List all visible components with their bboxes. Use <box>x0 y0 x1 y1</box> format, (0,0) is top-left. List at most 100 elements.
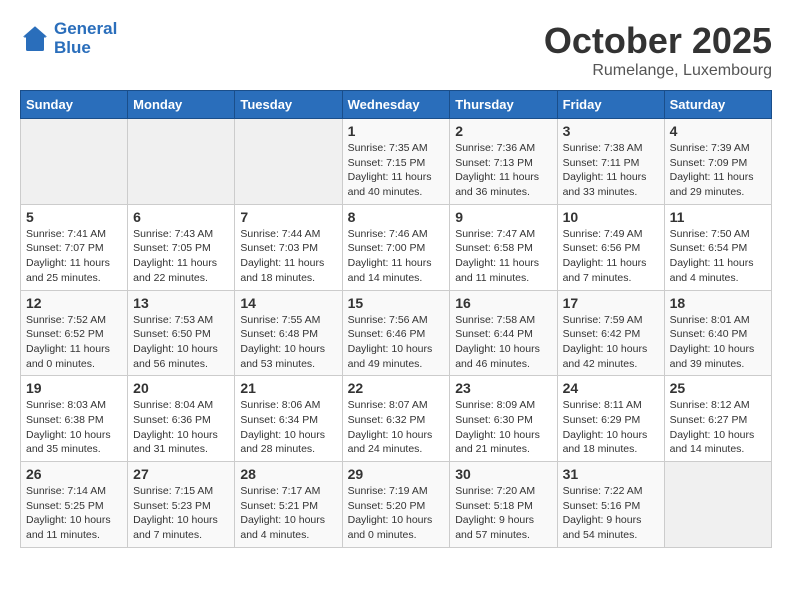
calendar-cell: 27Sunrise: 7:15 AM Sunset: 5:23 PM Dayli… <box>128 462 235 548</box>
page-header: General Blue October 2025 Rumelange, Lux… <box>20 20 772 80</box>
day-info: Sunrise: 7:39 AM Sunset: 7:09 PM Dayligh… <box>670 141 766 200</box>
calendar-cell: 5Sunrise: 7:41 AM Sunset: 7:07 PM Daylig… <box>21 204 128 290</box>
day-number: 4 <box>670 123 766 139</box>
calendar-cell: 20Sunrise: 8:04 AM Sunset: 6:36 PM Dayli… <box>128 376 235 462</box>
day-number: 18 <box>670 295 766 311</box>
day-info: Sunrise: 7:14 AM Sunset: 5:25 PM Dayligh… <box>26 484 122 543</box>
day-info: Sunrise: 8:09 AM Sunset: 6:30 PM Dayligh… <box>455 398 551 457</box>
day-number: 6 <box>133 209 229 225</box>
calendar-cell: 1 Sunrise: 7:35 AM Sunset: 7:15 PM Daylig… <box>342 119 450 205</box>
calendar-cell: 16Sunrise: 7:58 AM Sunset: 6:44 PM Dayli… <box>450 290 557 376</box>
calendar-cell: 28 Sunrise: 7:17 AM Sunset: 5:21 PM Dayli… <box>235 462 342 548</box>
weekday-header: Thursday <box>450 91 557 119</box>
day-info: Sunrise: 8:03 AM Sunset: 6:38 PM Dayligh… <box>26 398 122 457</box>
day-number: 9 <box>455 209 551 225</box>
calendar-week-row: 19 Sunrise: 8:03 AM Sunset: 6:38 PM Dayli… <box>21 376 772 462</box>
calendar-header: SundayMondayTuesdayWednesdayThursdayFrid… <box>21 91 772 119</box>
calendar-week-row: 5Sunrise: 7:41 AM Sunset: 7:07 PM Daylig… <box>21 204 772 290</box>
day-info: Sunrise: 7:19 AM Sunset: 5:20 PM Dayligh… <box>348 484 445 543</box>
day-number: 3 <box>563 123 659 139</box>
day-info: Sunrise: 7:47 AM Sunset: 6:58 PM Dayligh… <box>455 227 551 286</box>
day-number: 25 <box>670 380 766 396</box>
calendar-cell: 7 Sunrise: 7:44 AM Sunset: 7:03 PM Daylig… <box>235 204 342 290</box>
day-number: 23 <box>455 380 551 396</box>
calendar-cell: 30 Sunrise: 7:20 AM Sunset: 5:18 PM Dayli… <box>450 462 557 548</box>
day-number: 7 <box>240 209 336 225</box>
calendar-week-row: 12 Sunrise: 7:52 AM Sunset: 6:52 PM Dayli… <box>21 290 772 376</box>
logo-icon <box>20 24 50 54</box>
calendar-cell: 6Sunrise: 7:43 AM Sunset: 7:05 PM Daylig… <box>128 204 235 290</box>
day-number: 19 <box>26 380 122 396</box>
calendar-cell: 11Sunrise: 7:50 AM Sunset: 6:54 PM Dayli… <box>664 204 771 290</box>
weekday-header: Sunday <box>21 91 128 119</box>
day-number: 27 <box>133 466 229 482</box>
weekday-header: Tuesday <box>235 91 342 119</box>
day-number: 15 <box>348 295 445 311</box>
calendar-body: 1 Sunrise: 7:35 AM Sunset: 7:15 PM Daylig… <box>21 119 772 548</box>
day-info: Sunrise: 7:35 AM Sunset: 7:15 PM Dayligh… <box>348 141 445 200</box>
day-info: Sunrise: 7:46 AM Sunset: 7:00 PM Dayligh… <box>348 227 445 286</box>
calendar-cell: 26 Sunrise: 7:14 AM Sunset: 5:25 PM Dayli… <box>21 462 128 548</box>
day-info: Sunrise: 7:17 AM Sunset: 5:21 PM Dayligh… <box>240 484 336 543</box>
calendar-cell <box>235 119 342 205</box>
calendar-cell: 29 Sunrise: 7:19 AM Sunset: 5:20 PM Dayli… <box>342 462 450 548</box>
day-info: Sunrise: 8:07 AM Sunset: 6:32 PM Dayligh… <box>348 398 445 457</box>
calendar-cell: 12 Sunrise: 7:52 AM Sunset: 6:52 PM Dayli… <box>21 290 128 376</box>
day-info: Sunrise: 7:52 AM Sunset: 6:52 PM Dayligh… <box>26 313 122 372</box>
logo: General Blue <box>20 20 117 57</box>
calendar-cell: 3 Sunrise: 7:38 AM Sunset: 7:11 PM Daylig… <box>557 119 664 205</box>
calendar-cell: 21 Sunrise: 8:06 AM Sunset: 6:34 PM Dayli… <box>235 376 342 462</box>
day-number: 16 <box>455 295 551 311</box>
day-info: Sunrise: 7:44 AM Sunset: 7:03 PM Dayligh… <box>240 227 336 286</box>
calendar-cell: 19 Sunrise: 8:03 AM Sunset: 6:38 PM Dayli… <box>21 376 128 462</box>
calendar-cell: 24Sunrise: 8:11 AM Sunset: 6:29 PM Dayli… <box>557 376 664 462</box>
day-info: Sunrise: 7:50 AM Sunset: 6:54 PM Dayligh… <box>670 227 766 286</box>
calendar-cell: 2Sunrise: 7:36 AM Sunset: 7:13 PM Daylig… <box>450 119 557 205</box>
calendar-cell: 22 Sunrise: 8:07 AM Sunset: 6:32 PM Dayli… <box>342 376 450 462</box>
day-info: Sunrise: 8:06 AM Sunset: 6:34 PM Dayligh… <box>240 398 336 457</box>
calendar-week-row: 26 Sunrise: 7:14 AM Sunset: 5:25 PM Dayli… <box>21 462 772 548</box>
day-info: Sunrise: 7:49 AM Sunset: 6:56 PM Dayligh… <box>563 227 659 286</box>
calendar-cell: 13 Sunrise: 7:53 AM Sunset: 6:50 PM Dayli… <box>128 290 235 376</box>
day-number: 20 <box>133 380 229 396</box>
day-info: Sunrise: 7:38 AM Sunset: 7:11 PM Dayligh… <box>563 141 659 200</box>
day-number: 31 <box>563 466 659 482</box>
day-number: 21 <box>240 380 336 396</box>
day-number: 12 <box>26 295 122 311</box>
day-info: Sunrise: 7:55 AM Sunset: 6:48 PM Dayligh… <box>240 313 336 372</box>
calendar-cell <box>664 462 771 548</box>
calendar-cell: 4 Sunrise: 7:39 AM Sunset: 7:09 PM Daylig… <box>664 119 771 205</box>
day-number: 10 <box>563 209 659 225</box>
calendar-cell: 9 Sunrise: 7:47 AM Sunset: 6:58 PM Daylig… <box>450 204 557 290</box>
weekday-header: Saturday <box>664 91 771 119</box>
weekday-header: Monday <box>128 91 235 119</box>
calendar-cell: 15 Sunrise: 7:56 AM Sunset: 6:46 PM Dayli… <box>342 290 450 376</box>
day-info: Sunrise: 8:11 AM Sunset: 6:29 PM Dayligh… <box>563 398 659 457</box>
calendar-cell <box>21 119 128 205</box>
day-number: 2 <box>455 123 551 139</box>
day-number: 8 <box>348 209 445 225</box>
day-number: 1 <box>348 123 445 139</box>
calendar-cell: 31 Sunrise: 7:22 AM Sunset: 5:16 PM Dayli… <box>557 462 664 548</box>
calendar-cell <box>128 119 235 205</box>
day-info: Sunrise: 7:56 AM Sunset: 6:46 PM Dayligh… <box>348 313 445 372</box>
day-number: 26 <box>26 466 122 482</box>
day-number: 28 <box>240 466 336 482</box>
day-number: 13 <box>133 295 229 311</box>
day-number: 29 <box>348 466 445 482</box>
calendar-week-row: 1 Sunrise: 7:35 AM Sunset: 7:15 PM Daylig… <box>21 119 772 205</box>
calendar-cell: 18Sunrise: 8:01 AM Sunset: 6:40 PM Dayli… <box>664 290 771 376</box>
calendar-title: October 2025 <box>544 20 772 62</box>
day-number: 30 <box>455 466 551 482</box>
calendar-cell: 10 Sunrise: 7:49 AM Sunset: 6:56 PM Dayli… <box>557 204 664 290</box>
day-info: Sunrise: 7:22 AM Sunset: 5:16 PM Dayligh… <box>563 484 659 543</box>
calendar-cell: 14Sunrise: 7:55 AM Sunset: 6:48 PM Dayli… <box>235 290 342 376</box>
weekday-header: Friday <box>557 91 664 119</box>
day-info: Sunrise: 7:20 AM Sunset: 5:18 PM Dayligh… <box>455 484 551 543</box>
logo-text: General Blue <box>54 20 117 57</box>
calendar-cell: 17Sunrise: 7:59 AM Sunset: 6:42 PM Dayli… <box>557 290 664 376</box>
calendar-subtitle: Rumelange, Luxembourg <box>544 62 772 80</box>
calendar-cell: 25Sunrise: 8:12 AM Sunset: 6:27 PM Dayli… <box>664 376 771 462</box>
day-info: Sunrise: 7:53 AM Sunset: 6:50 PM Dayligh… <box>133 313 229 372</box>
day-number: 22 <box>348 380 445 396</box>
